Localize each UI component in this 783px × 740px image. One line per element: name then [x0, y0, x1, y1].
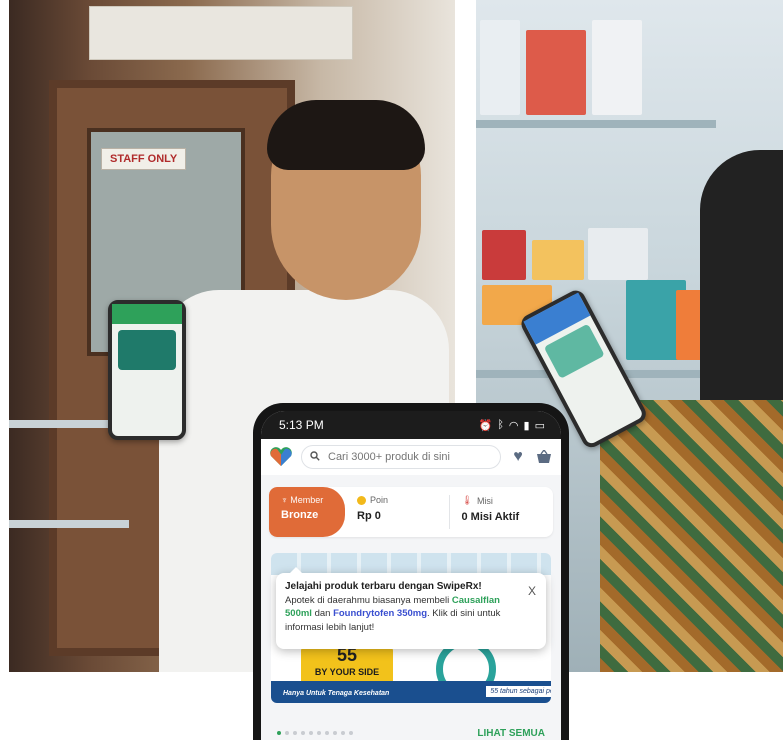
medicine-box: [482, 230, 526, 280]
carousel-dot[interactable]: [301, 731, 305, 735]
carousel-dot[interactable]: [277, 731, 281, 735]
mission-value: 0 Misi Aktif: [461, 511, 520, 523]
carousel-dot[interactable]: [309, 731, 313, 735]
battery-icon: ▭: [534, 419, 545, 432]
app-header: ♥: [261, 439, 561, 475]
tooltip-text: dan: [311, 608, 334, 619]
member-tier-badge[interactable]: ♆ Member Bronze: [269, 487, 345, 537]
shelf: [476, 120, 716, 128]
wifi-icon: ◠: [508, 419, 519, 432]
staff-only-sign: STAFF ONLY: [101, 148, 187, 170]
banner-top-pattern: [271, 553, 551, 575]
status-icons: ⏰ ᛒ ◠ ▮ ▭: [479, 419, 545, 432]
points-section[interactable]: Poin Rp 0: [345, 487, 449, 537]
thermometer-icon: 🌡: [461, 495, 473, 505]
medicine-box: [588, 228, 648, 280]
held-phone-left: [108, 300, 186, 440]
member-summary-card: ♆ Member Bronze Poin Rp 0 🌡 Misi 0 Misi A…: [269, 487, 553, 537]
mission-section[interactable]: 🌡 Misi 0 Misi Aktif: [450, 487, 554, 537]
signal-icon: ▮: [523, 419, 530, 432]
carousel-footer: LIHAT SEMUA: [261, 726, 561, 740]
carousel-dot[interactable]: [333, 731, 337, 735]
medicine-box: [526, 30, 586, 115]
points-value: Rp 0: [357, 510, 381, 522]
banner-strip-text: Hanya Untuk Tenaga Kesehatan: [283, 690, 390, 697]
search-input[interactable]: [326, 450, 492, 464]
search-bar[interactable]: [301, 445, 501, 469]
wall-panel: [89, 6, 353, 60]
pharmacist-hair: [267, 100, 425, 170]
tooltip-product-link-2[interactable]: Foundrytofen 350mg: [333, 608, 427, 619]
close-icon[interactable]: X: [528, 584, 536, 599]
alarm-icon: ⏰: [478, 419, 493, 432]
trophy-icon: ♆: [281, 495, 288, 505]
banner-badge-text: BY YOUR SIDE: [314, 667, 380, 677]
search-icon: [310, 448, 320, 466]
member-tier-label: Member: [290, 495, 324, 505]
carousel-dot[interactable]: [285, 731, 289, 735]
carousel-dot[interactable]: [325, 731, 329, 735]
swiperx-heart-logo-icon[interactable]: [269, 447, 293, 467]
status-bar: 5:13 PM ⏰ ᛒ ◠ ▮ ▭: [261, 411, 561, 439]
coin-icon: [357, 495, 366, 505]
product-suggestion-tooltip[interactable]: Jelajahi produk terbaru dengan SwipeRx! …: [276, 567, 546, 649]
tooltip-title: Jelajahi produk terbaru dengan SwipeRx!: [285, 581, 482, 592]
medicine-box: [592, 20, 642, 115]
tooltip-text: Apotek di daerahmu biasanya membeli: [285, 594, 452, 606]
medicine-box: [532, 240, 584, 280]
carousel-dot[interactable]: [293, 731, 297, 735]
carousel-dot[interactable]: [317, 731, 321, 735]
medicine-box: [480, 20, 520, 115]
heart-wishlist-icon[interactable]: ♥: [509, 448, 527, 466]
shelf: [9, 420, 119, 428]
carousel-dots: [277, 731, 353, 735]
carousel-dot[interactable]: [341, 731, 345, 735]
status-time: 5:13 PM: [279, 418, 324, 432]
points-label: Poin: [370, 495, 389, 505]
cart-icon[interactable]: [535, 448, 553, 466]
customer-batik-clothing: [600, 400, 783, 672]
member-tier-value: Bronze: [281, 509, 319, 521]
shelf: [9, 520, 129, 528]
bluetooth-icon: ᛒ: [497, 418, 504, 431]
tooltip-body: Apotek di daerahmu biasanya membeli Caus…: [285, 594, 516, 635]
mission-label: Misi: [476, 495, 493, 506]
carousel-dot[interactable]: [349, 731, 353, 735]
banner-tagline: 55 tahun sebagai pelega: [486, 686, 551, 697]
see-all-link[interactable]: LIHAT SEMUA: [477, 728, 545, 739]
tooltip-tail: [290, 567, 302, 573]
